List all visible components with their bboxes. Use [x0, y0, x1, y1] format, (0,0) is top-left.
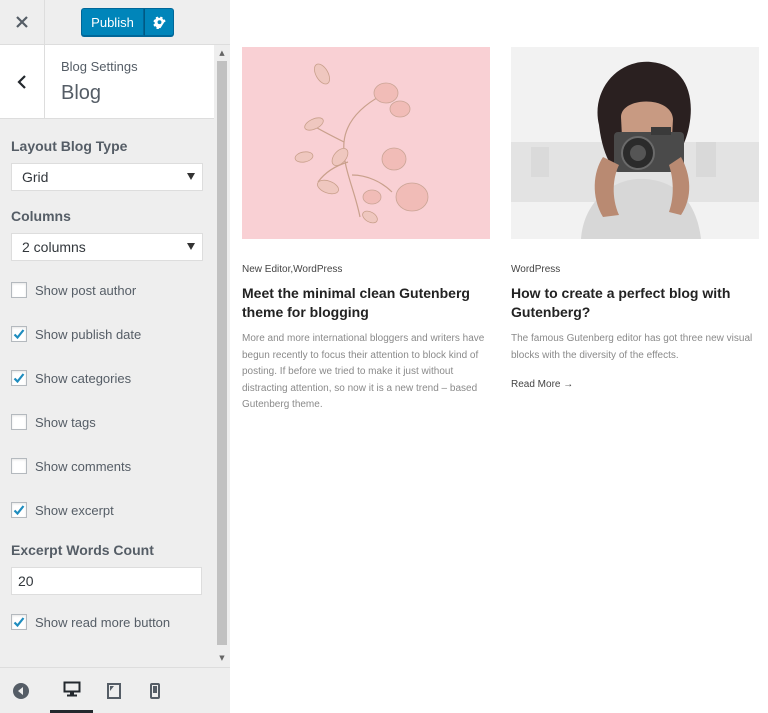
collapse-sidebar-button[interactable] [8, 668, 34, 713]
show-read-more-toggle[interactable]: Show read more button [11, 613, 170, 631]
checkbox[interactable] [11, 326, 27, 342]
checkbox[interactable] [11, 414, 27, 430]
excerpt-words-count-label: Excerpt Words Count [11, 542, 154, 558]
show-excerpt-toggle[interactable]: Show excerpt [11, 501, 114, 519]
select-arrow-icon [187, 243, 195, 250]
show-publish-date-toggle[interactable]: Show publish date [11, 325, 141, 343]
checkbox[interactable] [11, 502, 27, 518]
chevron-left-icon [17, 74, 26, 89]
layout-blog-type-value: Grid [22, 169, 49, 185]
publish-settings-button[interactable] [144, 8, 174, 36]
columns-select[interactable]: 2 columns [11, 233, 203, 261]
post-categories[interactable]: New Editor,WordPress [242, 264, 490, 275]
post-thumbnail[interactable] [242, 47, 490, 239]
checkbox-label: Show comments [35, 458, 132, 474]
scroll-thumb[interactable] [217, 61, 227, 645]
show-post-author-toggle[interactable]: Show post author [11, 281, 136, 299]
checkmark-icon [13, 617, 25, 628]
gear-icon [152, 16, 166, 29]
section-header: Blog Settings Blog [0, 45, 214, 119]
checkbox-label: Show read more button [35, 614, 171, 630]
customizer-header: Publish [0, 0, 230, 45]
layout-blog-type-select[interactable]: Grid [11, 163, 203, 191]
checkmark-icon [13, 505, 25, 516]
tablet-icon [107, 683, 121, 699]
back-button[interactable] [0, 45, 45, 118]
post-excerpt: More and more international bloggers and… [242, 333, 485, 410]
collapse-icon [13, 683, 29, 699]
post-categories[interactable]: WordPress [511, 264, 759, 275]
mobile-icon [150, 683, 160, 699]
close-icon [16, 16, 28, 28]
checkbox[interactable] [11, 614, 27, 630]
checkbox[interactable] [11, 458, 27, 474]
preview-tablet-button[interactable] [103, 668, 125, 713]
post-title[interactable]: How to create a perfect blog with Gutenb… [511, 284, 751, 322]
show-tags-toggle[interactable]: Show tags [11, 413, 96, 431]
checkbox-label: Show publish date [35, 326, 142, 342]
post-card: WordPress How to create a perfect blog w… [511, 47, 759, 390]
breadcrumb: Blog Settings [61, 59, 138, 74]
close-button[interactable] [0, 0, 45, 44]
customizer-sidebar: Publish Blog Settings Blog ▲ ▼ Layout Bl… [0, 0, 230, 713]
desktop-icon [63, 681, 80, 697]
checkmark-icon [13, 329, 25, 340]
scroll-down-arrow-icon[interactable]: ▼ [214, 653, 230, 663]
scroll-up-arrow-icon[interactable]: ▲ [214, 48, 230, 58]
layout-blog-type-label: Layout Blog Type [11, 138, 128, 154]
preview-mobile-button[interactable] [145, 668, 165, 713]
checkbox-label: Show categories [35, 370, 132, 386]
post-thumbnail[interactable] [511, 47, 759, 239]
section-title: Blog [61, 82, 102, 104]
checkbox-label: Show excerpt [35, 502, 114, 518]
post-card: New Editor,WordPress Meet the minimal cl… [242, 47, 490, 414]
excerpt-words-count-input[interactable]: 20 [11, 567, 202, 595]
checkbox[interactable] [11, 282, 27, 298]
preview-desktop-button[interactable] [50, 668, 93, 713]
post-title[interactable]: Meet the minimal clean Gutenberg theme f… [242, 284, 482, 322]
post-excerpt: The famous Gutenberg editor has got thre… [511, 333, 753, 361]
site-preview: New Editor,WordPress Meet the minimal cl… [231, 0, 768, 713]
publish-button[interactable]: Publish [81, 8, 144, 36]
flower-image [242, 47, 490, 239]
sidebar-scrollbar[interactable]: ▲ ▼ [214, 45, 230, 667]
customizer-footer [0, 667, 230, 713]
show-comments-toggle[interactable]: Show comments [11, 457, 131, 475]
photographer-image [511, 47, 759, 239]
columns-label: Columns [11, 208, 71, 224]
columns-value: 2 columns [22, 239, 86, 255]
checkmark-icon [13, 373, 25, 384]
publish-group: Publish [81, 8, 174, 36]
show-categories-toggle[interactable]: Show categories [11, 369, 131, 387]
read-more-link[interactable]: Read More → [511, 379, 759, 390]
checkbox-label: Show tags [35, 414, 96, 430]
select-arrow-icon [187, 173, 195, 180]
checkbox[interactable] [11, 370, 27, 386]
checkbox-label: Show post author [35, 282, 137, 298]
